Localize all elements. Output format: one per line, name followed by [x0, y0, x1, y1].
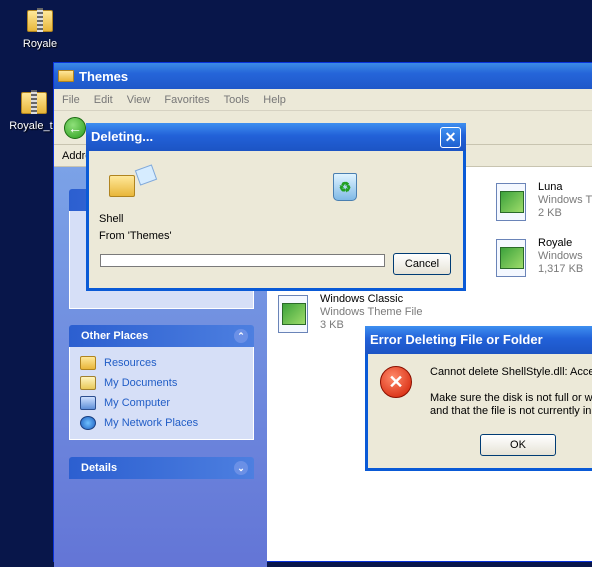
cancel-button[interactable]: Cancel [393, 253, 451, 275]
other-places-header[interactable]: Other Places ⌃ [69, 325, 254, 347]
chevron-down-icon[interactable]: ⌄ [234, 461, 248, 475]
other-places-body: Resources My Documents My Computer My Ne… [69, 347, 254, 440]
place-resources[interactable]: Resources [80, 353, 243, 373]
file-luna[interactable]: Luna Windows T 2 KB [494, 181, 592, 225]
menu-bar: File Edit View Favorites Tools Help [54, 89, 592, 111]
file-type: Windows Theme File [320, 306, 423, 318]
file-royale[interactable]: Royale Windows 1,317 KB [494, 237, 583, 281]
menu-favorites[interactable]: Favorites [164, 94, 209, 106]
error-hint-line1: Make sure the disk is not full or wr [430, 392, 592, 404]
place-label: My Network Places [104, 417, 199, 429]
ok-button[interactable]: OK [480, 434, 556, 456]
place-my-documents[interactable]: My Documents [80, 373, 243, 393]
chevron-up-icon[interactable]: ⌃ [234, 329, 248, 343]
close-icon[interactable]: ✕ [440, 127, 461, 148]
other-places-title: Other Places [81, 330, 149, 342]
error-hint-line2: and that the file is not currently in [430, 405, 592, 417]
file-type: Windows T [538, 194, 592, 206]
file-name: Royale [538, 237, 573, 249]
menu-file[interactable]: File [62, 94, 80, 106]
place-my-network-places[interactable]: My Network Places [80, 413, 243, 433]
place-label: My Computer [104, 397, 171, 409]
deleting-dialog-title: Deleting... [91, 129, 154, 144]
error-dialog: Error Deleting File or Folder ✕ Cannot d… [365, 326, 592, 471]
file-name: Luna [538, 181, 563, 193]
place-label: Resources [104, 357, 157, 369]
desktop-icon-label: Royale_th [9, 120, 59, 132]
menu-edit[interactable]: Edit [94, 94, 113, 106]
window-title: Themes [79, 68, 129, 84]
theme-file-icon [494, 237, 530, 281]
folder-icon [58, 70, 74, 82]
other-places-panel: Other Places ⌃ Resources My Documents My… [69, 325, 254, 440]
desktop-icon-label: Royale [22, 38, 58, 50]
file-size: 2 KB [538, 207, 562, 219]
documents-icon [80, 376, 96, 390]
file-size: 1,317 KB [538, 263, 584, 275]
deleting-dialog: Deleting... ✕ ♻ Shell From 'Themes' Canc… [86, 123, 466, 291]
deleting-dialog-titlebar[interactable]: Deleting... ✕ [86, 123, 466, 151]
menu-view[interactable]: View [127, 94, 151, 106]
network-icon [80, 416, 96, 430]
details-panel: Details ⌄ [69, 457, 254, 479]
recycle-bin-icon: ♻ [333, 173, 357, 201]
details-header[interactable]: Details ⌄ [69, 457, 254, 479]
folder-icon [109, 175, 135, 197]
error-message: Cannot delete ShellStyle.dll: Acces [430, 366, 592, 378]
folder-icon [80, 356, 96, 370]
place-my-computer[interactable]: My Computer [80, 393, 243, 413]
file-name: Windows Classic [320, 293, 404, 305]
menu-tools[interactable]: Tools [224, 94, 250, 106]
theme-file-icon [494, 181, 530, 225]
file-type: Windows [538, 250, 583, 262]
menu-help[interactable]: Help [263, 94, 286, 106]
details-title: Details [81, 462, 118, 474]
delete-progress-bar [100, 254, 385, 267]
error-dialog-titlebar[interactable]: Error Deleting File or Folder [365, 326, 592, 354]
back-arrow-icon[interactable]: ← [64, 117, 86, 139]
theme-file-icon [276, 293, 312, 337]
error-dialog-title: Error Deleting File or Folder [370, 332, 543, 347]
zip-folder-icon [25, 4, 55, 34]
deleting-from-folder: From 'Themes' [99, 230, 172, 242]
deleting-item-name: Shell [99, 213, 124, 225]
explorer-titlebar[interactable]: Themes [54, 63, 592, 89]
zip-folder-icon [19, 86, 49, 116]
flying-paper-icon [134, 164, 158, 186]
error-icon: ✕ [380, 366, 412, 398]
desktop-icon-royale[interactable]: Royale [0, 4, 80, 50]
computer-icon [80, 396, 96, 410]
place-label: My Documents [104, 377, 178, 389]
